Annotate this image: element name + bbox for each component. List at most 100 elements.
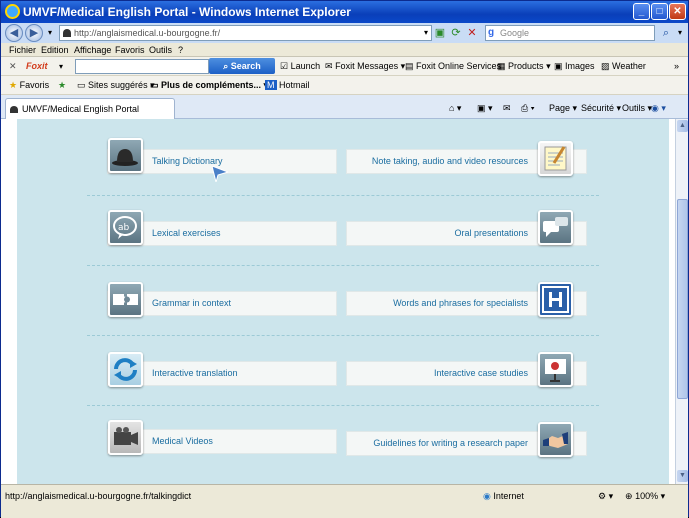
- divider: [87, 265, 599, 266]
- ie-logo-icon: [5, 4, 20, 19]
- zoom-control[interactable]: ⊕ 100% ▾: [625, 490, 665, 502]
- tools-menu[interactable]: Outils ▾: [622, 102, 652, 114]
- oral-presentations-label: Oral presentations: [454, 228, 528, 238]
- recent-pages-dropdown[interactable]: ▾: [43, 26, 57, 40]
- vertical-scrollbar[interactable]: ▲ ▼: [675, 119, 688, 484]
- products-icon: ▦: [497, 61, 506, 71]
- foxit-weather-label: Weather: [612, 61, 646, 71]
- scroll-down-arrow[interactable]: ▼: [677, 470, 688, 482]
- help-icon[interactable]: ◉ ▾: [651, 102, 666, 114]
- talking-dictionary-label: Talking Dictionary: [152, 156, 223, 166]
- tab-favicon: [10, 106, 18, 113]
- foxit-products-label: Products: [508, 61, 544, 71]
- foxit-online-services-label: Foxit Online Services: [416, 61, 502, 71]
- refresh-arrows-icon[interactable]: [108, 352, 143, 387]
- suggested-sites[interactable]: ▭ Sites suggérés ▾: [77, 79, 155, 92]
- scroll-up-arrow[interactable]: ▲: [677, 120, 688, 132]
- foxit-launch[interactable]: ☑ Launch: [280, 60, 320, 73]
- menu-affichage[interactable]: Affichage: [74, 43, 111, 57]
- back-button[interactable]: ◀: [5, 24, 23, 42]
- foxit-images[interactable]: ▣ Images: [554, 60, 595, 73]
- address-input[interactable]: http://anglaismedical.u-bourgogne.fr/: [59, 25, 432, 41]
- security-zone: ◉ Internet: [483, 490, 524, 502]
- hospital-h-icon[interactable]: [538, 282, 573, 317]
- page-menu[interactable]: Page ▾: [549, 102, 577, 114]
- tab-bar: UMVF/Medical English Portal ⌂ ▾ ▣ ▾ ✉ ⎙ …: [1, 95, 688, 119]
- hotmail-link[interactable]: M Hotmail: [265, 79, 310, 92]
- favorites-button[interactable]: ★ Favoris: [9, 79, 49, 92]
- search-options-dropdown[interactable]: ▾: [673, 26, 687, 40]
- google-icon: g: [488, 27, 495, 38]
- notepad-icon[interactable]: [538, 141, 573, 176]
- feeds-icon[interactable]: ▣ ▾: [477, 102, 493, 114]
- puzzle-pieces-icon[interactable]: [108, 282, 143, 317]
- interactive-case-studies-label: Interactive case studies: [433, 368, 528, 378]
- status-bar: http://anglaismedical.u-bourgogne.fr/tal…: [1, 484, 688, 518]
- divider: [87, 195, 599, 196]
- print-icon[interactable]: ⎙ ▾: [521, 102, 534, 114]
- menu-favoris[interactable]: Favoris: [115, 43, 145, 57]
- suggested-sites-label: Sites suggérés: [88, 80, 148, 90]
- menu-bar: Fichier Edition Affichage Favoris Outils…: [1, 43, 688, 57]
- zone-label: Internet: [493, 491, 524, 501]
- menu-edition[interactable]: Edition: [41, 43, 69, 57]
- add-favorite-icon[interactable]: ★: [58, 79, 66, 92]
- foxit-search-label: Search: [230, 61, 261, 71]
- research-paper-guidelines-label: Guidelines for writing a research paper: [373, 438, 528, 448]
- scroll-thumb[interactable]: [677, 199, 688, 399]
- foxit-products[interactable]: ▦ Products ▾: [497, 60, 551, 73]
- foxit-search-input[interactable]: [75, 59, 209, 74]
- words-and-phrases-label: Words and phrases for specialists: [393, 298, 528, 308]
- home-icon[interactable]: ⌂ ▾: [449, 102, 461, 114]
- online-services-icon: ▤: [405, 61, 414, 71]
- security-menu[interactable]: Sécurité ▾: [581, 102, 621, 114]
- toolbar-overflow-icon[interactable]: »: [674, 60, 679, 73]
- mail-icon[interactable]: ✉: [503, 102, 511, 114]
- divider: [87, 405, 599, 406]
- grammar-in-context-label: Grammar in context: [152, 298, 232, 308]
- more-addons[interactable]: ▭ Plus de compléments... ▾: [150, 79, 268, 92]
- stop-icon[interactable]: ✕: [465, 26, 479, 40]
- address-url: http://anglaismedical.u-bourgogne.fr/: [74, 28, 221, 38]
- address-dropdown-icon[interactable]: ▾: [419, 26, 433, 40]
- more-addons-label: Plus de compléments...: [161, 80, 262, 90]
- ab-speech-bubble-icon[interactable]: ab: [108, 210, 143, 245]
- presentation-board-icon[interactable]: [538, 352, 573, 387]
- foxit-online-services[interactable]: ▤ Foxit Online Services: [405, 60, 501, 73]
- protected-mode-icon[interactable]: ⚙ ▾: [598, 490, 613, 502]
- search-input[interactable]: g Google: [485, 25, 655, 41]
- status-link: http://anglaismedical.u-bourgogne.fr/tal…: [5, 491, 192, 501]
- foxit-logo[interactable]: Foxit: [26, 60, 48, 73]
- tools-menu-label: Outils: [622, 103, 646, 113]
- speech-bubbles-icon[interactable]: [538, 210, 573, 245]
- foxit-messages[interactable]: ✉ Foxit Messages ▾: [325, 60, 405, 73]
- globe-icon: ◉: [483, 491, 491, 501]
- minimize-button[interactable]: _: [633, 3, 650, 20]
- star-icon: ★: [9, 80, 18, 90]
- lexical-exercises-label: Lexical exercises: [152, 228, 221, 238]
- page-menu-label: Page: [549, 103, 571, 113]
- compatibility-icon[interactable]: ▣: [433, 26, 447, 40]
- search-go-icon[interactable]: ⌕: [659, 26, 673, 40]
- tab-umvf[interactable]: UMVF/Medical English Portal: [5, 98, 175, 119]
- handshake-icon[interactable]: [538, 422, 573, 457]
- video-camera-icon[interactable]: [108, 420, 143, 455]
- svg-text:ab: ab: [118, 223, 130, 233]
- medical-videos-label: Medical Videos: [152, 436, 213, 446]
- weather-icon: ▨: [601, 61, 610, 71]
- foxit-weather[interactable]: ▨ Weather: [601, 60, 646, 73]
- close-button[interactable]: ✕: [669, 3, 686, 20]
- foxit-menu-dropdown[interactable]: ▾: [59, 60, 63, 73]
- menu-fichier[interactable]: Fichier: [9, 43, 36, 57]
- tab-label: UMVF/Medical English Portal: [22, 104, 140, 114]
- bowler-hat-icon[interactable]: [108, 138, 143, 173]
- foxit-search-button[interactable]: ⌕ Search: [209, 58, 275, 74]
- foxit-close-icon[interactable]: ✕: [9, 60, 17, 73]
- maximize-button[interactable]: □: [651, 3, 668, 20]
- forward-button[interactable]: ▶: [25, 24, 43, 42]
- menu-outils[interactable]: Outils: [149, 43, 172, 57]
- note-taking-label: Note taking, audio and video resources: [371, 156, 528, 166]
- foxit-images-label: Images: [565, 61, 595, 71]
- refresh-icon[interactable]: ⟳: [449, 26, 463, 40]
- menu-help[interactable]: ?: [178, 43, 183, 57]
